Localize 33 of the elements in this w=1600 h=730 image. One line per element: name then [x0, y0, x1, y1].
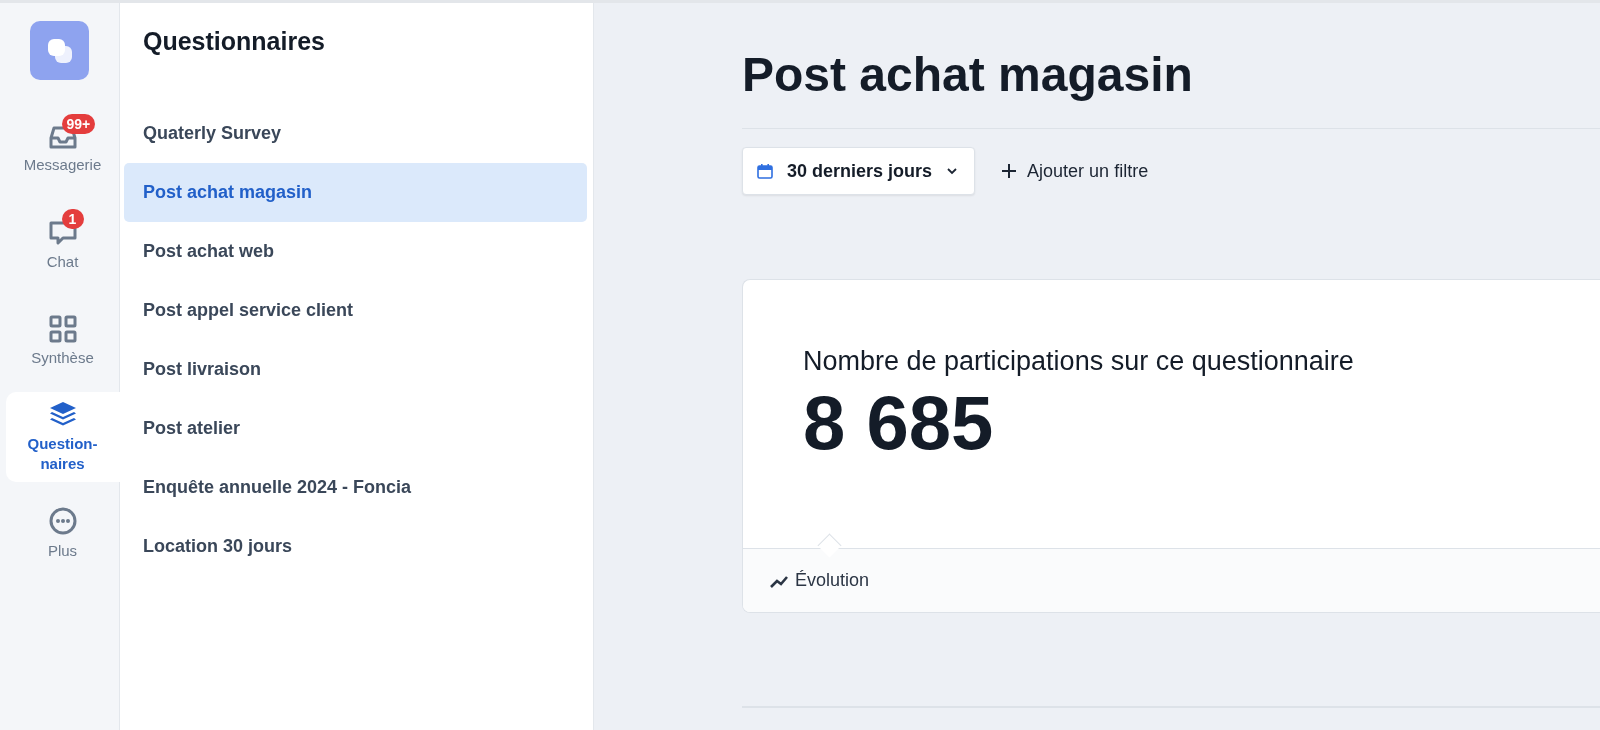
- nav-label: Chat: [46, 251, 79, 272]
- app-logo[interactable]: [30, 21, 89, 80]
- sidebar-item[interactable]: Post appel service client: [124, 281, 587, 340]
- page-title: Post achat magasin: [742, 47, 1194, 102]
- nav-label: Plus: [47, 540, 78, 561]
- sidebar-item[interactable]: Post achat web: [124, 222, 587, 281]
- notification-badge: 99+: [61, 113, 96, 134]
- sidebar-title: Questionnaires: [143, 27, 326, 56]
- sidebar-item[interactable]: Enquête annuelle 2024 - Foncia: [124, 458, 587, 517]
- sidebar-item[interactable]: Location 30 jours: [124, 517, 587, 576]
- nav-label: Question- naires: [27, 434, 98, 473]
- metric-value: 8 685: [803, 379, 995, 467]
- nav-item[interactable]: 99+ Messagerie: [5, 104, 120, 194]
- nav-label: Messagerie: [23, 154, 102, 175]
- date-range-dropdown[interactable]: 30 derniers jours: [742, 147, 976, 195]
- sidebar-item[interactable]: Post livraison: [124, 340, 587, 399]
- metric-label: Nombre de participations sur ce questionnaire: [803, 346, 1355, 377]
- more-icon: [47, 505, 78, 536]
- nav-item[interactable]: Question- naires: [5, 392, 120, 482]
- add-filter-button[interactable]: Ajouter un filtre: [1001, 160, 1149, 182]
- notification-badge: 1: [61, 208, 84, 229]
- sidebar-item[interactable]: Quaterly Survey: [124, 104, 587, 163]
- grid-icon: [48, 314, 77, 343]
- sidebar-item[interactable]: Post atelier: [124, 399, 587, 458]
- evolution-tab[interactable]: Évolution: [769, 570, 870, 591]
- calendar-icon: [757, 163, 773, 179]
- nav-item[interactable]: Plus: [5, 488, 120, 578]
- nav-label: Synthèse: [31, 347, 94, 368]
- plus-icon: [1001, 163, 1018, 179]
- nav-item[interactable]: Synthèse: [5, 296, 120, 386]
- nav-item[interactable]: 1 Chat: [5, 200, 120, 290]
- sidebar-item[interactable]: Post achat magasin: [124, 163, 587, 222]
- chevron-down-icon: [946, 167, 959, 175]
